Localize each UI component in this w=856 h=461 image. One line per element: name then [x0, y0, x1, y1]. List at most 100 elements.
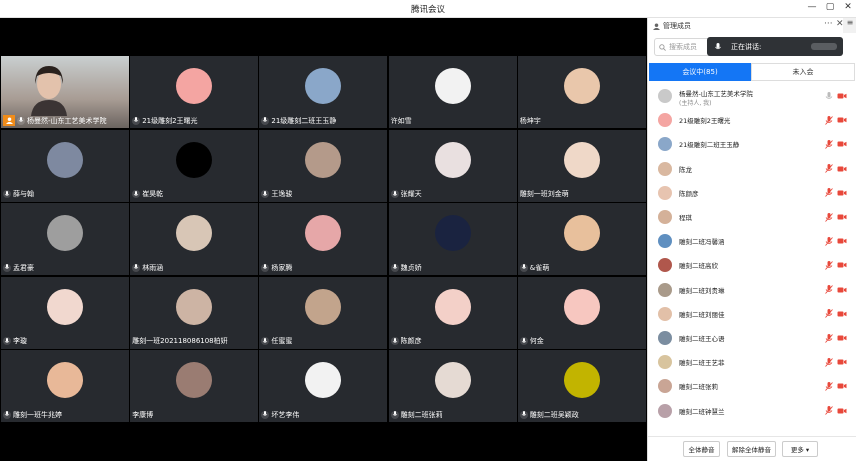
participant-name: 雕刻二班吴颖政: [529, 410, 579, 419]
mic-muted-icon[interactable]: [825, 309, 833, 319]
member-row[interactable]: 雕刻二班冯馨涵: [648, 229, 856, 253]
participant-tile[interactable]: 许如雪: [388, 56, 517, 128]
mic-muted-icon[interactable]: [825, 139, 833, 149]
tile-label: 何金: [519, 336, 544, 347]
tile-label: 杨家腾: [261, 262, 292, 273]
camera-off-icon[interactable]: [837, 237, 847, 245]
mic-icon: [390, 337, 399, 345]
participant-tile[interactable]: 李璇: [1, 276, 129, 349]
participant-tile[interactable]: 孟君豪: [1, 203, 129, 275]
more-button[interactable]: 更多 ▾: [782, 441, 818, 457]
participant-tile[interactable]: 雕刻一班刘金萌: [517, 129, 646, 202]
window-title: 腾讯会议: [410, 5, 445, 15]
camera-off-icon[interactable]: [837, 213, 847, 221]
participant-tile[interactable]: 杨家腾: [259, 203, 388, 275]
participant-tile[interactable]: 21级雕刻2王曙光: [130, 56, 259, 128]
participant-tile[interactable]: 陈颜彦: [388, 276, 517, 349]
mic-muted-icon[interactable]: [825, 212, 833, 222]
mic-muted-icon[interactable]: [825, 285, 833, 294]
tab-in-meeting[interactable]: 会议中(85): [649, 63, 751, 81]
member-row[interactable]: 雕刻二班张莉: [648, 374, 856, 398]
mic-icon: [3, 410, 11, 419]
participant-name: 张耀天: [400, 190, 422, 198]
participant-tile[interactable]: 薛与翰: [1, 129, 129, 202]
camera-off-icon[interactable]: [837, 382, 847, 390]
tile-label: 魏贞娇: [390, 262, 422, 273]
participant-avatar: [563, 288, 600, 325]
search-input[interactable]: 搜索成员: [654, 38, 714, 56]
mic-muted-icon[interactable]: [825, 381, 833, 391]
member-name: 雕刻二班高欣: [679, 262, 718, 271]
panel-menu-button[interactable]: ≡: [843, 18, 856, 33]
member-row[interactable]: 雕刻二班刘贵琳: [648, 278, 856, 302]
member-row[interactable]: 雕刻二班王艺菲: [648, 350, 856, 374]
mic-muted-icon[interactable]: [825, 357, 833, 367]
speaking-indicator: 正在讲话:: [707, 37, 843, 56]
camera-off-icon[interactable]: [837, 286, 847, 294]
member-row[interactable]: 21级雕刻二班王玉静: [648, 132, 856, 156]
participant-tile[interactable]: 林雨涵: [130, 203, 259, 275]
member-row[interactable]: 21级雕刻2王曙光: [648, 108, 856, 132]
participant-tile[interactable]: 21级雕刻二班王玉静: [259, 56, 388, 128]
participant-name: 任蜜蜜: [271, 337, 293, 345]
participant-tile[interactable]: 杨坤宇: [517, 56, 646, 128]
title-bar: 腾讯会议 — ▢ ✕: [0, 0, 856, 18]
mic-muted-icon[interactable]: [825, 164, 833, 173]
member-row[interactable]: 杨曼然-山东工艺美术学院 (主持人, 我): [648, 84, 856, 108]
camera-off-icon[interactable]: [837, 189, 847, 197]
camera-off-icon[interactable]: [837, 165, 847, 173]
close-window-button[interactable]: ✕: [840, 2, 856, 12]
member-row[interactable]: 雕刻二班王心语: [648, 326, 856, 350]
camera-off-icon[interactable]: [837, 310, 847, 318]
mic-muted-icon[interactable]: [825, 188, 833, 198]
camera-off-icon[interactable]: [837, 140, 847, 148]
avatar: [658, 89, 672, 103]
member-name: 21级雕刻2王曙光: [679, 117, 731, 126]
member-row[interactable]: 程琪: [648, 205, 856, 229]
camera-off-icon[interactable]: [837, 358, 847, 366]
mic-icon[interactable]: [825, 91, 833, 101]
participant-tile[interactable]: 雕刻一班202118086108柏妍: [130, 276, 259, 349]
participant-tile[interactable]: &雀萌: [517, 203, 646, 275]
mic-muted-icon[interactable]: [825, 260, 833, 270]
tab-not-joined[interactable]: 未入会: [751, 63, 855, 81]
participant-tile[interactable]: 雕刻一班牛兆婷: [1, 350, 129, 422]
camera-off-icon[interactable]: [837, 407, 847, 415]
tile-label: 坏艺李伟: [261, 409, 299, 420]
self-video-tile[interactable]: 杨曼然-山东工艺美术学院: [1, 56, 129, 128]
participant-tile[interactable]: 崔昊乾: [130, 129, 259, 202]
camera-off-icon[interactable]: [837, 116, 847, 124]
participant-tile[interactable]: 雕刻二班张莉: [388, 350, 517, 422]
participant-tile[interactable]: 何金: [517, 276, 646, 349]
participant-tile[interactable]: 任蜜蜜: [259, 276, 388, 349]
participant-tile[interactable]: 魏贞娇: [388, 203, 517, 275]
participant-tile[interactable]: 坏艺李伟: [259, 350, 388, 422]
maximize-button[interactable]: ▢: [822, 2, 838, 12]
participant-tile[interactable]: 李康博: [130, 350, 259, 422]
unmute-all-button[interactable]: 解除全体静音: [727, 441, 776, 457]
member-panel: 管理成员 ··· ✕ ≡ 搜索成员 正在讲话: 会议中(85) 未入会 杨曼然-…: [647, 18, 856, 461]
tile-label: 雕刻一班202118086108柏妍: [132, 336, 227, 347]
member-row[interactable]: 雕刻二班刘丽佳: [648, 302, 856, 326]
mic-muted-icon[interactable]: [825, 333, 833, 343]
mic-muted-icon[interactable]: [825, 115, 833, 125]
member-row[interactable]: 雕刻二班高欣: [648, 253, 856, 277]
member-row[interactable]: 陈龙: [648, 157, 856, 181]
mute-all-button[interactable]: 全体静音: [683, 441, 720, 457]
participant-avatar: [434, 68, 471, 104]
participant-tile[interactable]: 雕刻二班吴颖政: [517, 350, 646, 422]
panel-more-button[interactable]: ···: [824, 19, 833, 29]
mic-muted-icon[interactable]: [825, 406, 833, 415]
participant-avatar: [563, 362, 600, 398]
member-row[interactable]: 陈颜彦: [648, 181, 856, 205]
participant-tile[interactable]: 张耀天: [388, 129, 517, 202]
participant-tile[interactable]: 王逸骏: [259, 129, 388, 202]
mic-muted-icon[interactable]: [825, 236, 833, 246]
mic-icon: [261, 263, 270, 272]
participant-name: 雕刻一班刘金萌: [519, 190, 569, 198]
minimize-button[interactable]: —: [804, 2, 820, 12]
member-row[interactable]: 雕刻二班钟慧兰: [648, 399, 856, 423]
camera-off-icon[interactable]: [837, 92, 847, 100]
camera-off-icon[interactable]: [837, 261, 847, 269]
camera-off-icon[interactable]: [837, 334, 847, 342]
